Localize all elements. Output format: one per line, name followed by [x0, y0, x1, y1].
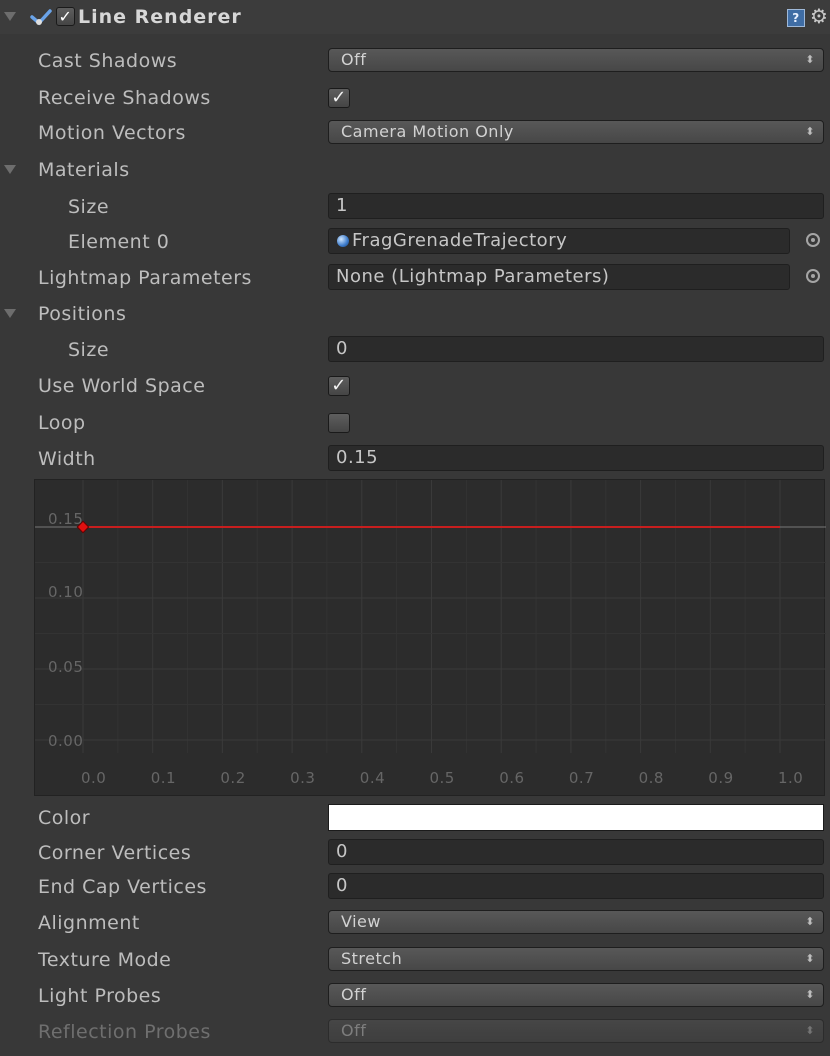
lightmap-parameters-label: Lightmap Parameters — [38, 267, 252, 289]
element0-object-field[interactable]: FragGrenadeTrajectory — [328, 228, 790, 254]
loop-row: Loop — [0, 406, 830, 440]
receive-shadows-label: Receive Shadows — [38, 87, 211, 109]
cast-shadows-value: Off — [341, 50, 367, 69]
line-renderer-icon — [30, 9, 52, 26]
loop-checkbox[interactable] — [328, 413, 350, 433]
materials-size-row: Size 1 — [0, 190, 830, 224]
positions-size-row: Size 0 — [0, 333, 830, 367]
receive-shadows-checkbox[interactable]: ✓ — [328, 88, 350, 108]
y-tick-label: 0.05 — [48, 658, 84, 676]
y-tick-label: 0.10 — [48, 583, 84, 601]
element0-row: Element 0 FragGrenadeTrajectory — [0, 225, 830, 259]
x-tick-label: 0.2 — [220, 769, 246, 787]
lightmap-parameters-row: Lightmap Parameters None (Lightmap Param… — [0, 261, 830, 295]
x-tick-label: 0.0 — [81, 769, 107, 787]
component-title: Line Renderer — [78, 6, 242, 28]
use-world-space-label: Use World Space — [38, 375, 206, 397]
x-tick-label: 0.9 — [708, 769, 734, 787]
use-world-space-row: Use World Space ✓ — [0, 369, 830, 403]
alignment-row: Alignment View ⬍ — [0, 906, 830, 940]
texture-mode-row: Texture Mode Stretch ⬍ — [0, 943, 830, 977]
positions-foldout[interactable]: Positions — [0, 297, 830, 331]
dropdown-arrows-icon: ⬍ — [805, 1024, 815, 1037]
materials-foldout[interactable]: Materials — [0, 153, 830, 187]
width-curve-editor[interactable]: 0.00 0.05 0.10 0.15 0.0 0.1 0.2 0.3 0.4 0.5 0.6 0.7… — [34, 479, 826, 797]
receive-shadows-row: Receive Shadows ✓ — [0, 81, 830, 115]
positions-label: Positions — [38, 303, 127, 325]
materials-label: Materials — [38, 159, 130, 181]
motion-vectors-row: Motion Vectors Camera Motion Only ⬍ — [0, 116, 830, 150]
reflection-probes-value: Off — [341, 1021, 367, 1040]
positions-foldout-arrow-icon[interactable] — [0, 297, 34, 331]
y-tick-label: 0.00 — [48, 732, 84, 750]
cast-shadows-dropdown[interactable]: Off ⬍ — [328, 48, 824, 72]
light-probes-dropdown[interactable]: Off ⬍ — [328, 983, 824, 1007]
alignment-label: Alignment — [38, 912, 140, 934]
element0-value: FragGrenadeTrajectory — [352, 230, 568, 251]
object-picker-icon[interactable] — [806, 233, 820, 247]
object-picker-icon[interactable] — [806, 269, 820, 283]
gear-icon[interactable]: ⚙ — [810, 3, 828, 29]
corner-vertices-row: Corner Vertices 0 — [0, 836, 830, 870]
materials-size-label: Size — [68, 196, 110, 218]
x-tick-label: 0.6 — [499, 769, 525, 787]
end-cap-vertices-input[interactable]: 0 — [328, 873, 824, 899]
component-header[interactable]: ✓ Line Renderer ? ⚙ — [0, 0, 830, 34]
reflection-probes-label: Reflection Probes — [38, 1021, 211, 1043]
light-probes-value: Off — [341, 985, 367, 1004]
dropdown-arrows-icon: ⬍ — [805, 988, 815, 1001]
motion-vectors-dropdown[interactable]: Camera Motion Only ⬍ — [328, 120, 824, 144]
dropdown-arrows-icon: ⬍ — [805, 952, 815, 965]
help-icon[interactable]: ? — [787, 9, 805, 27]
light-probes-row: Light Probes Off ⬍ — [0, 979, 830, 1013]
dropdown-arrows-icon: ⬍ — [805, 125, 815, 138]
x-tick-label: 0.4 — [359, 769, 386, 787]
motion-vectors-label: Motion Vectors — [38, 122, 186, 144]
width-row: Width 0.15 — [0, 442, 830, 476]
x-tick-label: 0.8 — [638, 769, 664, 787]
inspector-panel: ✓ Line Renderer ? ⚙ Cast Shadows Off ⬍ R… — [0, 0, 830, 1056]
lightmap-parameters-field[interactable]: None (Lightmap Parameters) — [328, 264, 790, 290]
component-enabled-checkbox[interactable]: ✓ — [56, 7, 75, 26]
x-tick-label: 0.1 — [150, 769, 177, 787]
collapse-arrow-icon[interactable] — [0, 0, 34, 34]
materials-size-input[interactable]: 1 — [328, 193, 824, 219]
texture-mode-dropdown[interactable]: Stretch ⬍ — [328, 947, 824, 971]
materials-foldout-arrow-icon[interactable] — [0, 153, 34, 187]
corner-vertices-input[interactable]: 0 — [328, 839, 824, 865]
cast-shadows-row: Cast Shadows Off ⬍ — [0, 44, 830, 78]
element0-label: Element 0 — [68, 231, 170, 253]
x-tick-label: 1.0 — [778, 769, 804, 787]
reflection-probes-row: Reflection Probes Off ⬍ — [0, 1015, 830, 1049]
cast-shadows-label: Cast Shadows — [38, 50, 178, 72]
width-label: Width — [38, 448, 96, 470]
texture-mode-label: Texture Mode — [38, 949, 172, 971]
x-tick-label: 0.5 — [429, 769, 455, 787]
end-cap-vertices-row: End Cap Vertices 0 — [0, 870, 830, 904]
y-tick-label: 0.15 — [48, 510, 84, 528]
use-world-space-checkbox[interactable]: ✓ — [328, 376, 350, 396]
dropdown-arrows-icon: ⬍ — [805, 53, 815, 66]
texture-mode-value: Stretch — [341, 949, 403, 968]
loop-label: Loop — [38, 412, 86, 434]
corner-vertices-label: Corner Vertices — [38, 842, 192, 864]
dropdown-arrows-icon: ⬍ — [805, 915, 815, 928]
alignment-value: View — [341, 912, 381, 931]
light-probes-label: Light Probes — [38, 985, 162, 1007]
width-curve-plot[interactable] — [35, 480, 826, 797]
positions-size-input[interactable]: 0 — [328, 336, 824, 362]
end-cap-vertices-label: End Cap Vertices — [38, 876, 207, 898]
color-row: Color — [0, 801, 830, 835]
alignment-dropdown[interactable]: View ⬍ — [328, 910, 824, 934]
color-label: Color — [38, 807, 91, 829]
motion-vectors-value: Camera Motion Only — [341, 122, 514, 141]
reflection-probes-dropdown: Off ⬍ — [328, 1019, 824, 1043]
color-swatch[interactable] — [328, 804, 824, 831]
x-tick-label: 0.3 — [290, 769, 316, 787]
positions-size-label: Size — [68, 339, 110, 361]
x-tick-label: 0.7 — [568, 769, 595, 787]
material-icon — [337, 235, 349, 247]
width-input[interactable]: 0.15 — [328, 445, 824, 471]
